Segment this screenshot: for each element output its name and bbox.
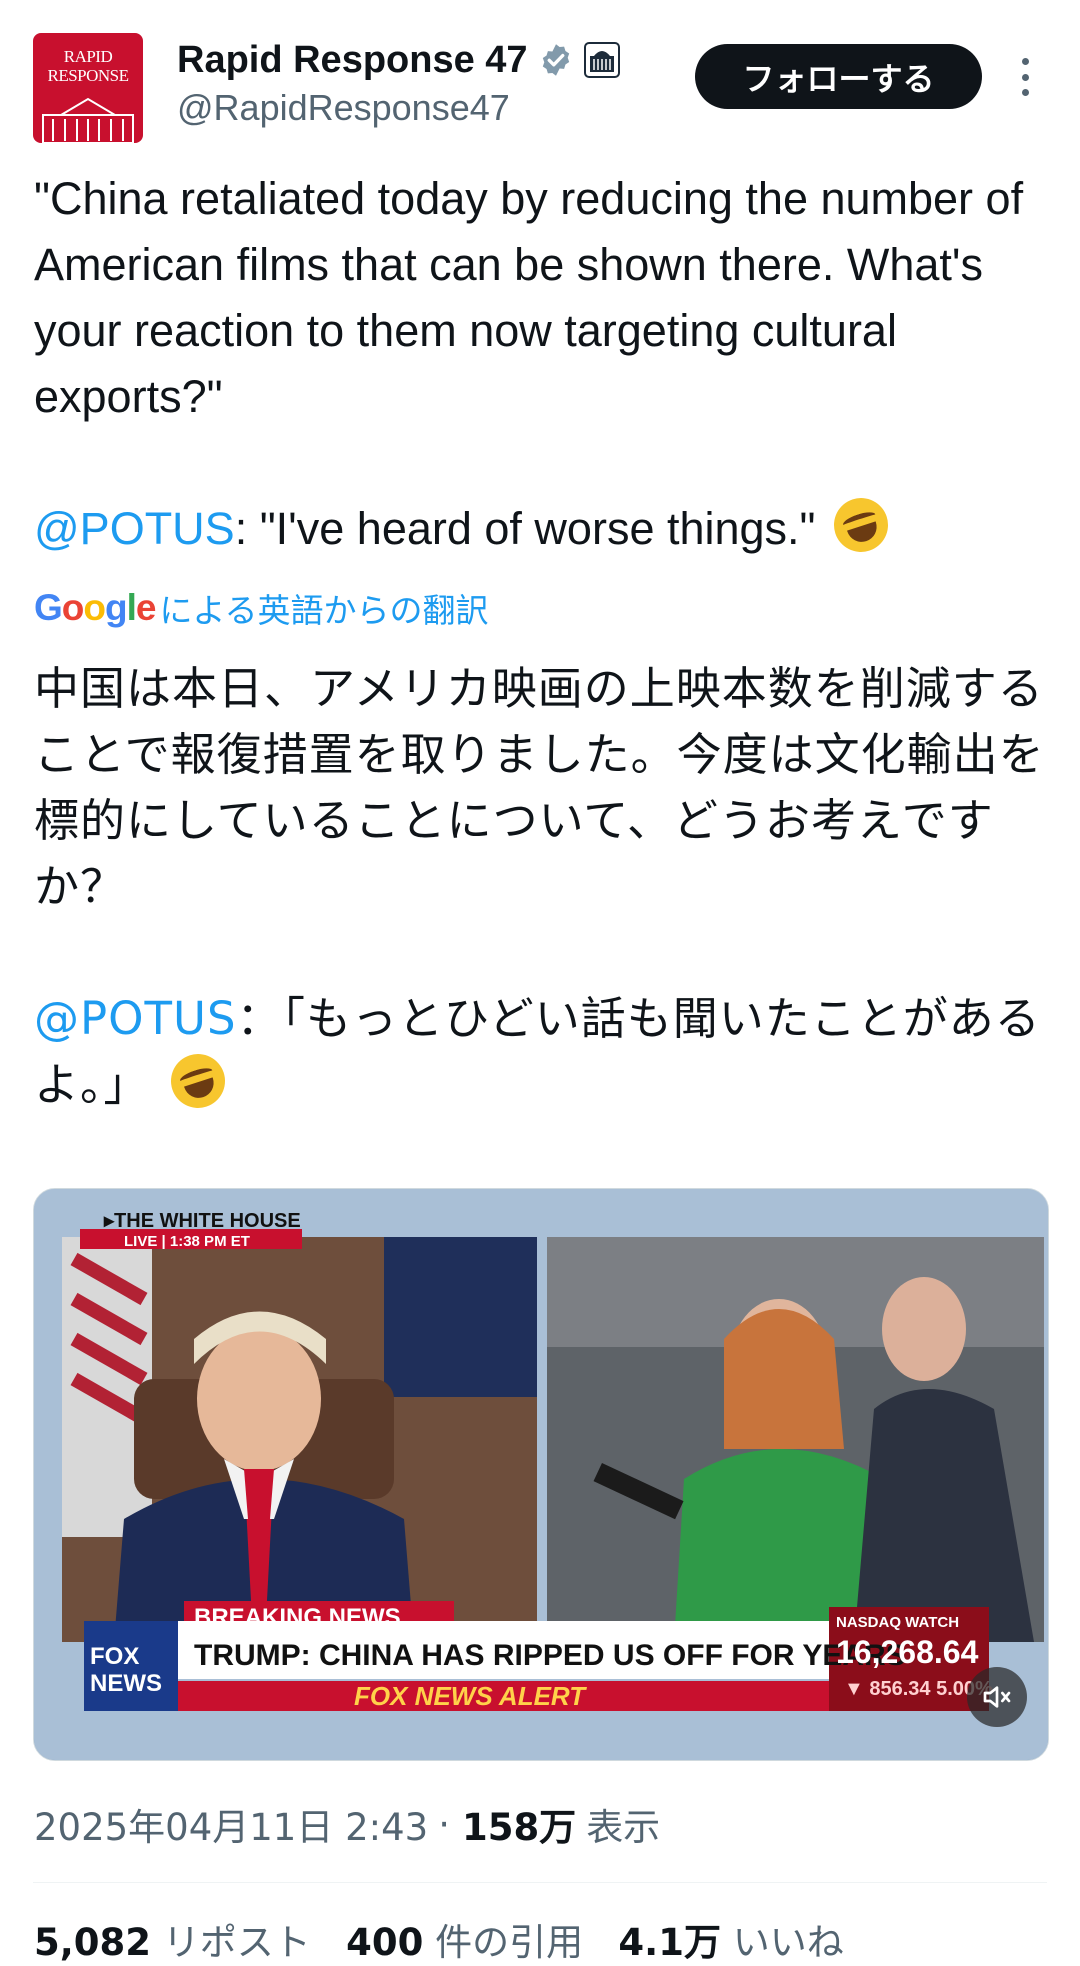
tweet-quote-english: "China retaliated today by reducing the … bbox=[34, 173, 1034, 422]
rolling-on-floor-laughing-emoji bbox=[827, 490, 896, 560]
tweet-header: RAPID RESPONSE Rapid Response 47 @RapidR… bbox=[0, 0, 1080, 160]
view-count: 158万 bbox=[461, 1806, 577, 1849]
svg-text:NASDAQ WATCH: NASDAQ WATCH bbox=[836, 1614, 959, 1631]
video-thumbnail[interactable]: ▸THE WHITE HOUSE LIVE | 1:38 PM ET BREAK… bbox=[33, 1188, 1049, 1761]
display-name[interactable]: Rapid Response 47 bbox=[177, 36, 528, 84]
timestamp[interactable]: 2025年04月11日 2:43 bbox=[34, 1797, 428, 1851]
white-house-icon[interactable] bbox=[583, 42, 620, 78]
likes-stat[interactable]: 4.1万 いいね bbox=[618, 1921, 843, 1964]
svg-text:FOX NEWS ALERT: FOX NEWS ALERT bbox=[354, 1681, 587, 1711]
tweet-reply-english: : "I've heard of worse things." bbox=[234, 503, 816, 554]
rolling-on-floor-laughing-emoji bbox=[163, 1046, 232, 1116]
tweet-metadata: 2025年04月11日 2:43 · 158万 表示 bbox=[34, 1797, 660, 1851]
svg-text:TRUMP: CHINA HAS RIPPED US OFF: TRUMP: CHINA HAS RIPPED US OFF FOR YEARS bbox=[194, 1639, 906, 1672]
svg-text:FOX: FOX bbox=[90, 1643, 139, 1670]
avatar-logo-text: RAPID RESPONSE bbox=[47, 47, 129, 85]
engagement-stats: 5,082 リポスト 400 件の引用 4.1万 いいね bbox=[34, 1912, 844, 1966]
tweet-text-english: "China retaliated today by reducing the … bbox=[34, 166, 1044, 562]
translation-label: による英語からの翻訳 bbox=[159, 591, 489, 630]
tweet-text-japanese: 中国は本日、アメリカ映画の上映本数を削減することで報復措置を取りました。今度は文… bbox=[34, 656, 1049, 1118]
meta-separator: · bbox=[438, 1802, 450, 1846]
mention-link[interactable]: @POTUS bbox=[34, 992, 237, 1045]
muted-speaker-icon[interactable] bbox=[967, 1667, 1027, 1727]
translation-attribution[interactable]: Google による英語からの翻訳 bbox=[34, 585, 488, 631]
reposts-stat[interactable]: 5,082 リポスト bbox=[34, 1921, 311, 1964]
svg-text:BREAKING NEWS: BREAKING NEWS bbox=[194, 1604, 401, 1631]
follow-button[interactable]: フォローする bbox=[695, 44, 982, 109]
white-house-logo-icon bbox=[42, 97, 134, 143]
svg-text:16,268.64: 16,268.64 bbox=[836, 1634, 979, 1670]
video-frame-graphic: ▸THE WHITE HOUSE LIVE | 1:38 PM ET BREAK… bbox=[34, 1189, 1048, 1760]
svg-text:NEWS: NEWS bbox=[90, 1670, 162, 1697]
google-logo: Google bbox=[34, 587, 156, 628]
quotes-stat[interactable]: 400 件の引用 bbox=[346, 1921, 583, 1964]
name-row: Rapid Response 47 bbox=[177, 34, 620, 86]
mention-link[interactable]: @POTUS bbox=[34, 503, 235, 554]
avatar[interactable]: RAPID RESPONSE bbox=[33, 33, 143, 143]
view-count-label: 表示 bbox=[586, 1806, 661, 1849]
user-handle[interactable]: @RapidResponse47 bbox=[177, 86, 510, 130]
more-options-icon[interactable] bbox=[1010, 52, 1040, 102]
svg-text:LIVE | 1:38 PM ET: LIVE | 1:38 PM ET bbox=[124, 1233, 250, 1250]
verified-badge-icon[interactable] bbox=[538, 42, 574, 78]
divider bbox=[33, 1882, 1047, 1883]
tweet-quote-japanese: 中国は本日、アメリカ映画の上映本数を削減することで報復措置を取りました。今度は文… bbox=[34, 662, 1045, 913]
svg-text:▸THE WHITE HOUSE: ▸THE WHITE HOUSE bbox=[103, 1210, 301, 1232]
